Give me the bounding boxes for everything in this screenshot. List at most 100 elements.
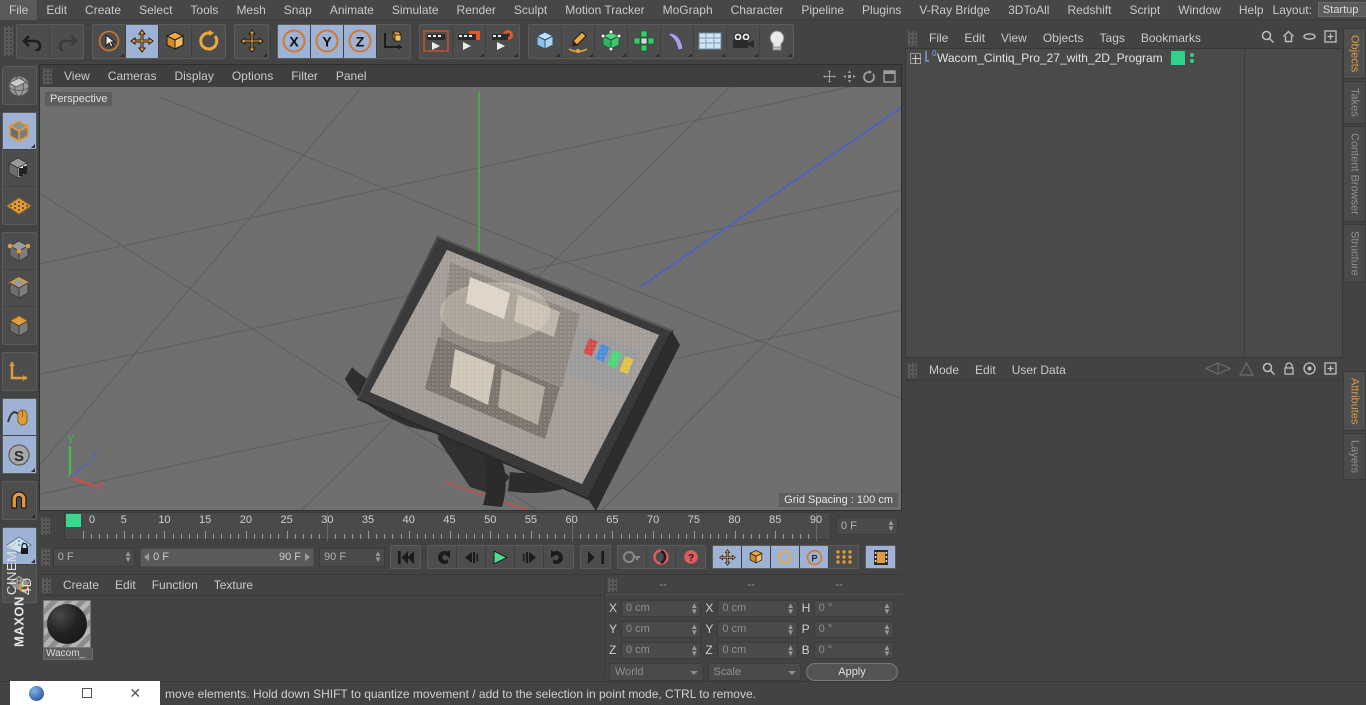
tab-layers[interactable]: Layers	[1343, 433, 1366, 481]
ellipse-icon[interactable]	[1303, 30, 1316, 46]
texture-mode-button[interactable]	[2, 150, 36, 187]
viewport[interactable]: View Cameras Display Options Filter Pane…	[39, 64, 902, 511]
home-icon[interactable]	[1282, 30, 1295, 46]
tab-attributes[interactable]: Attributes	[1343, 370, 1366, 432]
menu-item-animate[interactable]: Animate	[321, 0, 383, 20]
step-forward-button[interactable]	[515, 546, 544, 568]
menu-item-3dtoall[interactable]: 3DToAll	[999, 0, 1058, 20]
preview-end-field[interactable]: 90 F ▲ ▼	[319, 547, 385, 567]
new-tab-icon[interactable]	[1324, 30, 1337, 46]
viewport-menu-cameras[interactable]: Cameras	[99, 65, 166, 87]
y-axis-lock[interactable]: Y	[311, 24, 344, 58]
object-material-tag[interactable]	[1170, 51, 1185, 65]
redo-button[interactable]	[50, 25, 83, 58]
menu-item-edit[interactable]: Edit	[37, 0, 76, 20]
spinner-icon[interactable]: ▲ ▼	[690, 601, 698, 616]
world-object-coordinates[interactable]	[377, 25, 410, 58]
menu-item-snap[interactable]: Snap	[275, 0, 321, 20]
add-cube-button[interactable]	[529, 24, 562, 58]
object-menu-view[interactable]: View	[993, 28, 1035, 48]
size-z-field[interactable]: 0 cm ▲ ▼	[717, 641, 798, 659]
material-menu-function[interactable]: Function	[144, 575, 206, 596]
object-tree[interactable]: 0 Wacom_Cintiq_Pro_27_with_2D_Program	[905, 48, 1343, 359]
object-name[interactable]: Wacom_Cintiq_Pro_27_with_2D_Program	[937, 51, 1163, 65]
viewport-menu-options[interactable]: Options	[223, 65, 282, 87]
step-back-button[interactable]	[457, 546, 486, 568]
menu-item-sculpt[interactable]: Sculpt	[505, 0, 556, 20]
lock-icon[interactable]	[1283, 362, 1295, 378]
spinner-icon[interactable]: ▲ ▼	[883, 601, 891, 616]
menu-item-select[interactable]: Select	[130, 0, 181, 20]
object-menu-file[interactable]: File	[921, 28, 956, 48]
position-x-field[interactable]: 0 cm ▲ ▼	[621, 599, 702, 617]
menu-item-render[interactable]: Render	[448, 0, 505, 20]
current-frame-field[interactable]: 0 F ▲ ▼	[52, 547, 136, 567]
toolbar-grip[interactable]	[4, 26, 13, 56]
menu-item-redshift[interactable]: Redshift	[1058, 0, 1120, 20]
material-grip[interactable]	[42, 577, 51, 593]
viewport-menu-filter[interactable]: Filter	[282, 65, 327, 87]
object-menu-objects[interactable]: Objects	[1035, 28, 1092, 48]
menu-item-tools[interactable]: Tools	[181, 0, 227, 20]
viewport-solo-button[interactable]	[2, 399, 36, 436]
coordinates-grip[interactable]	[608, 577, 617, 592]
spinner-icon[interactable]: ▲ ▼	[887, 519, 895, 533]
render-settings-button[interactable]	[486, 25, 519, 58]
target-icon[interactable]	[1303, 362, 1316, 378]
polygons-mode-button[interactable]	[3, 307, 36, 344]
key-filmstrip-button[interactable]	[866, 546, 895, 568]
model-mode-button[interactable]	[2, 113, 36, 150]
timeline-playhead[interactable]	[66, 514, 81, 527]
previous-keyframe-button[interactable]	[428, 546, 457, 568]
maximize-view-icon[interactable]	[883, 69, 896, 83]
rotate-view-icon[interactable]	[863, 69, 876, 83]
menu-item-character[interactable]: Character	[722, 0, 793, 20]
interface-icon[interactable]	[1204, 362, 1232, 378]
menu-item-simulate[interactable]: Simulate	[383, 0, 448, 20]
add-scene-button[interactable]	[694, 24, 727, 58]
move-view-icon[interactable]	[823, 69, 836, 83]
rotation-p-field[interactable]: 0 ° ▲ ▼	[813, 620, 894, 638]
menu-item-create[interactable]: Create	[76, 0, 130, 20]
move-tool[interactable]	[126, 24, 159, 58]
tab-content-browser[interactable]: Content Browser	[1343, 126, 1366, 222]
object-manager-grip[interactable]	[908, 30, 917, 46]
add-light-button[interactable]	[760, 25, 793, 58]
size-x-field[interactable]: 0 cm ▲ ▼	[717, 599, 798, 617]
attributes-menu-user-data[interactable]: User Data	[1004, 360, 1074, 380]
undo-button[interactable]	[17, 24, 50, 58]
snap-magnet-button[interactable]	[3, 482, 36, 519]
menu-item-pipeline[interactable]: Pipeline	[792, 0, 853, 20]
timeline-grip[interactable]	[41, 517, 50, 535]
object-menu-edit[interactable]: Edit	[956, 28, 993, 48]
new-tab-icon[interactable]	[1324, 362, 1337, 378]
go-to-end-button[interactable]	[581, 546, 610, 568]
key-position-button[interactable]	[713, 546, 742, 568]
key-param-button[interactable]: P	[800, 546, 829, 568]
menu-item-file[interactable]: File	[0, 0, 38, 20]
material-menu-texture[interactable]: Texture	[206, 575, 261, 596]
frame-range-slider[interactable]: 0 F 90 F	[140, 547, 315, 567]
size-y-field[interactable]: 0 cm ▲ ▼	[717, 620, 798, 638]
add-nurbs-button[interactable]	[595, 24, 628, 58]
x-axis-lock[interactable]: X	[278, 24, 311, 58]
spinner-icon[interactable]: ▲ ▼	[124, 549, 132, 564]
search-icon[interactable]	[1261, 30, 1275, 46]
viewport-menu-view[interactable]: View	[55, 65, 99, 87]
layout-select[interactable]: Startup	[1317, 2, 1366, 17]
key-scale-button[interactable]	[742, 546, 771, 568]
key-pla-button[interactable]	[829, 546, 858, 568]
menu-item-plugins[interactable]: Plugins	[853, 0, 910, 20]
move-transform-button[interactable]	[235, 25, 268, 58]
scale-view-icon[interactable]	[843, 69, 856, 83]
soft-selection-button[interactable]: S	[2, 436, 36, 473]
spinner-icon[interactable]: ▲ ▼	[787, 601, 795, 616]
tab-takes[interactable]: Takes	[1343, 81, 1366, 125]
viewport-menu-display[interactable]: Display	[165, 65, 222, 87]
restore-window-icon[interactable]	[81, 688, 92, 698]
range-right-arrow-icon[interactable]	[305, 553, 311, 561]
position-y-field[interactable]: 0 cm ▲ ▼	[621, 620, 702, 638]
edges-mode-button[interactable]	[2, 270, 36, 307]
uv-mode-button[interactable]	[3, 187, 36, 224]
range-left-arrow-icon[interactable]	[144, 553, 150, 561]
